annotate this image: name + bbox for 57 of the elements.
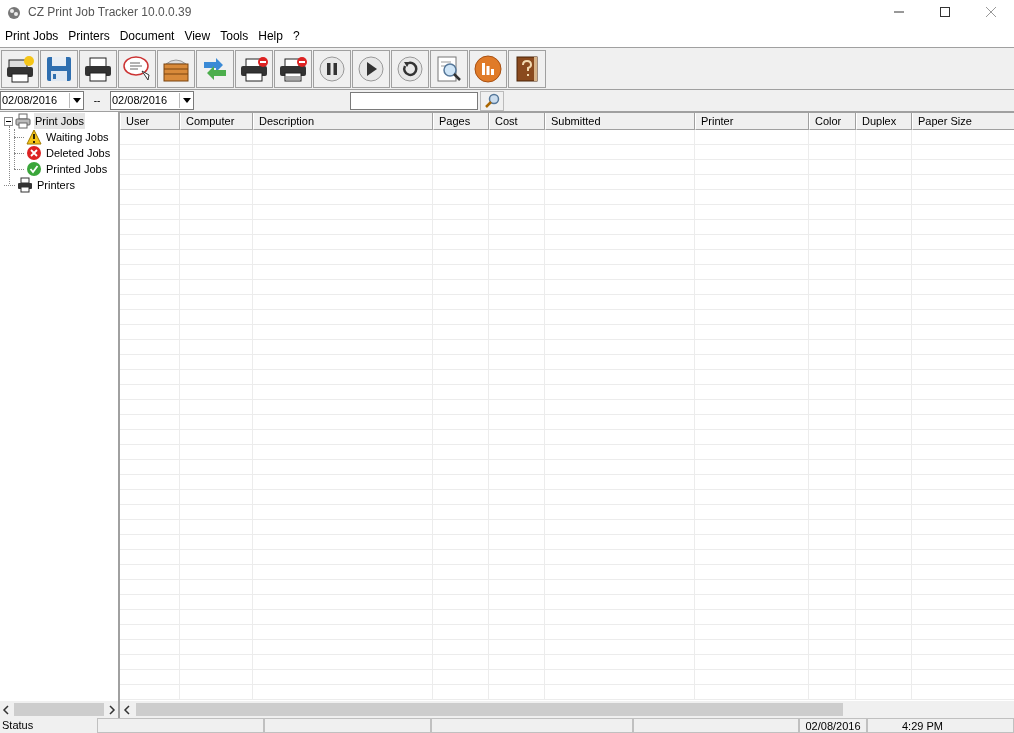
date-to-field[interactable]: 02/08/2016 — [110, 91, 194, 110]
search-button[interactable] — [480, 90, 504, 111]
menu-item[interactable]: Document — [114, 25, 180, 46]
dropdown-arrow-icon — [69, 93, 83, 108]
column-header[interactable]: Duplex — [856, 113, 912, 130]
column-header[interactable]: Paper Size — [912, 113, 1014, 130]
printer-icon — [17, 177, 33, 193]
date-from-field[interactable]: 02/08/2016 — [0, 91, 84, 110]
tree-item[interactable]: Printers — [36, 176, 76, 194]
reload-icon — [395, 53, 425, 84]
column-header[interactable]: Pages — [433, 113, 489, 130]
horizontal-scrollbar[interactable] — [0, 701, 118, 718]
window-title: CZ Print Job Tracker 10.0.0.39 — [28, 4, 192, 21]
menu-item[interactable]: View — [179, 25, 216, 46]
toolbar-button[interactable] — [313, 49, 351, 88]
menu-item[interactable]: Help — [253, 25, 288, 46]
pause-icon — [317, 53, 347, 84]
app-icon — [6, 4, 22, 20]
tree-item[interactable]: Print Jobs — [34, 112, 85, 130]
status-text: Status — [1, 718, 35, 733]
toolbar-button[interactable] — [274, 49, 312, 88]
close-icon — [986, 7, 996, 17]
column-header[interactable]: Submitted — [545, 113, 695, 130]
column-header[interactable]: Description — [253, 113, 433, 130]
column-header[interactable]: Color — [809, 113, 856, 130]
status-time: 4:29 PM — [867, 718, 1014, 733]
printer-icon — [5, 53, 35, 84]
date-separator: -- — [92, 94, 102, 108]
column-header[interactable]: Computer — [180, 113, 253, 130]
column-header[interactable]: Cost — [489, 113, 545, 130]
toolbar-button[interactable] — [508, 49, 546, 88]
column-header[interactable]: Printer — [695, 113, 809, 130]
toolbar-button[interactable] — [79, 49, 117, 88]
status-date: 02/08/2016 — [799, 718, 867, 733]
horizontal-scrollbar[interactable] — [120, 701, 1014, 718]
toolbar-button[interactable] — [235, 49, 273, 88]
search-field[interactable] — [350, 91, 478, 110]
toolbar-button[interactable] — [1, 49, 39, 88]
warning-icon — [26, 129, 42, 145]
toolbar-button[interactable] — [352, 49, 390, 88]
printer-icon — [15, 113, 31, 129]
column-header[interactable]: User — [120, 113, 180, 130]
menu-item[interactable]: Printers — [63, 25, 115, 46]
dropdown-arrow-icon — [179, 93, 193, 108]
collapse-toggle-icon[interactable] — [4, 116, 13, 126]
error-icon — [26, 145, 42, 161]
menu-item[interactable]: ? — [287, 25, 305, 46]
check-icon — [26, 161, 42, 177]
menu-item[interactable]: Print Jobs — [0, 25, 64, 46]
tree-item[interactable]: Printed Jobs — [45, 160, 109, 178]
tree-item[interactable]: Deleted Jobs — [45, 144, 112, 162]
chart-icon — [473, 53, 503, 84]
tree-item[interactable]: Waiting Jobs — [45, 128, 110, 146]
maximize-icon — [940, 7, 950, 17]
toolbar-button[interactable] — [391, 49, 429, 88]
play-icon — [356, 53, 386, 84]
menu-item[interactable]: Tools — [215, 25, 254, 46]
